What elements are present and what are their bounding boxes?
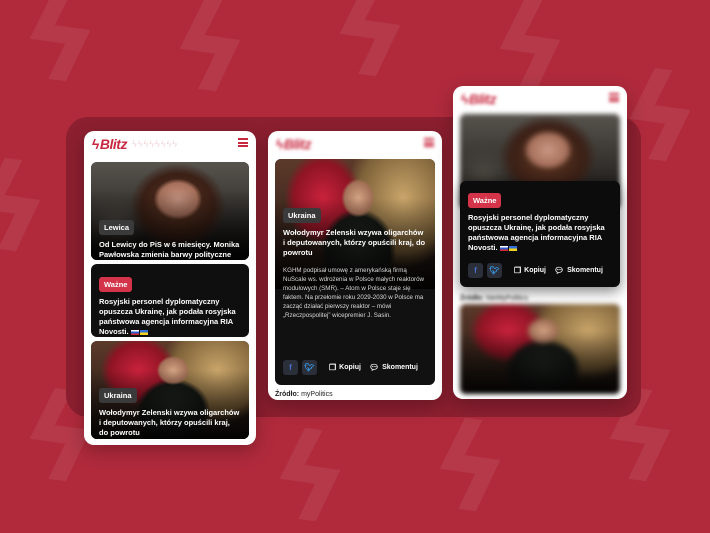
important-badge[interactable]: Ważne xyxy=(99,277,133,292)
twitter-icon: 🐦︎ xyxy=(489,265,500,275)
article-lead: KGHM podpisał umowę z amerykańską firmą … xyxy=(283,267,424,319)
article-headline[interactable]: Rosyjski personel dyplomatyczny opuszcza… xyxy=(468,213,605,252)
twitter-share-button[interactable]: 🐦︎ xyxy=(302,359,317,375)
comment-icon: 💬︎ xyxy=(553,265,565,275)
background-bolt-icon: ϟ xyxy=(0,135,59,284)
app-header: ϟBlitz ϟϟϟϟϟϟϟϟ xyxy=(84,131,256,155)
news-card[interactable]: Ukraina Wołodymyr Zelenski wzywa oligarc… xyxy=(91,341,249,439)
russia-flag-icon xyxy=(499,245,508,251)
copy-button[interactable]: ❐ Kopiuj xyxy=(329,363,361,372)
phone-screen-share: ϟBlitz Ważne Rosyjski personel dyplomaty… xyxy=(453,86,627,399)
article-headline[interactable]: Wołodymyr Zelenski wzywa oligarchów i de… xyxy=(283,228,427,258)
hamburger-menu-icon[interactable] xyxy=(609,93,619,102)
app-header: ϟBlitz xyxy=(268,131,442,155)
blitz-logo[interactable]: ϟBlitz xyxy=(461,91,496,107)
share-bar: f 🐦︎ ❐ Kopiuj 💬︎ Skomentuj xyxy=(283,359,427,375)
facebook-share-button[interactable]: f xyxy=(283,359,298,375)
comment-button[interactable]: 💬︎ Skomentuj xyxy=(369,363,418,372)
copy-button[interactable]: ❐ Kopiuj xyxy=(514,266,546,275)
background-bolt-icon: ϟ xyxy=(420,395,519,533)
russia-flag-icon xyxy=(130,329,139,335)
facebook-share-button[interactable]: f xyxy=(468,262,483,278)
news-card-focused[interactable]: Ważne Rosyjski personel dyplomatyczny op… xyxy=(460,181,620,287)
news-card-blurred xyxy=(460,304,620,394)
header-pattern: ϟϟϟϟϟϟϟϟ xyxy=(132,139,179,149)
article-headline[interactable]: Rosyjski personel dyplomatyczny opuszcza… xyxy=(99,297,236,336)
source-link[interactable]: myPolitics xyxy=(301,391,333,398)
background-bolt-icon: ϟ xyxy=(260,405,359,533)
hamburger-menu-icon[interactable] xyxy=(238,138,248,147)
article-headline[interactable]: Od Lewicy do PiS w 6 miesięcy. Monika Pa… xyxy=(99,240,241,260)
ukraine-flag-icon xyxy=(508,245,517,251)
phone-screen-feed: ϟBlitz ϟϟϟϟϟϟϟϟ Lewica Od Lewicy do PiS … xyxy=(84,131,256,445)
news-card[interactable]: Ważne Rosyjski personel dyplomatyczny op… xyxy=(91,264,249,337)
phone-screen-article-expanded: ϟBlitz Ukraina Wołodymyr Zelenski wzywa … xyxy=(268,131,442,400)
twitter-share-button[interactable]: 🐦︎ xyxy=(487,262,502,278)
background-bolt-icon: ϟ xyxy=(160,0,259,124)
share-bar: f 🐦︎ ❐ Kopiuj 💬︎ Skomentuj xyxy=(468,262,612,278)
news-card[interactable]: Lewica Od Lewicy do PiS w 6 miesięcy. Mo… xyxy=(91,162,249,260)
app-header: ϟBlitz xyxy=(453,86,627,110)
blitz-logo[interactable]: ϟBlitz xyxy=(92,136,127,152)
background-bolt-icon: ϟ xyxy=(10,0,109,114)
article-source: Źródło: myPolitics xyxy=(275,391,333,398)
article-source: Źródło: NieMyPolitics xyxy=(460,295,529,302)
ukraine-flag-icon xyxy=(139,329,148,335)
copy-icon: ❐ xyxy=(329,362,337,372)
comment-icon: 💬︎ xyxy=(368,362,380,372)
category-badge[interactable]: Ukraina xyxy=(283,208,321,223)
category-badge[interactable]: Ukraina xyxy=(99,388,137,403)
article-headline[interactable]: Wołodymyr Zelenski wzywa oligarchów i de… xyxy=(99,408,241,438)
category-badge[interactable]: Lewica xyxy=(99,220,135,235)
background-bolt-icon: ϟ xyxy=(320,0,419,109)
blitz-logo[interactable]: ϟBlitz xyxy=(276,136,311,152)
news-card-expanded[interactable]: Ukraina Wołodymyr Zelenski wzywa oligarc… xyxy=(275,159,435,385)
bolt-icon: ϟ xyxy=(276,136,283,152)
twitter-icon: 🐦︎ xyxy=(304,362,315,372)
comment-button[interactable]: 💬︎ Skomentuj xyxy=(554,266,603,275)
hamburger-menu-icon[interactable] xyxy=(424,138,434,147)
source-link[interactable]: NieMyPolitics xyxy=(486,295,528,302)
copy-icon: ❐ xyxy=(514,265,522,275)
important-badge[interactable]: Ważne xyxy=(468,193,502,208)
bolt-icon: ϟ xyxy=(461,91,468,107)
bolt-icon: ϟ xyxy=(92,136,99,152)
